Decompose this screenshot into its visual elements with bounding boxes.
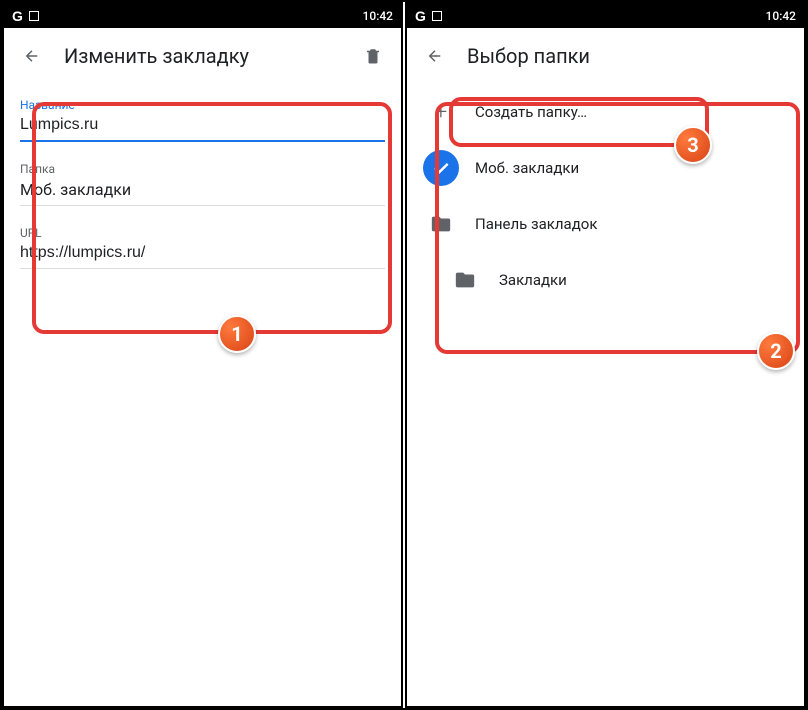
create-folder-item[interactable]: + Создать папку… bbox=[407, 84, 804, 140]
back-button[interactable] bbox=[12, 36, 52, 76]
status-icon bbox=[29, 11, 39, 21]
url-label: URL bbox=[20, 226, 385, 240]
back-button[interactable] bbox=[415, 36, 455, 76]
name-label: Название bbox=[20, 98, 385, 112]
folder-label: Моб. закладки bbox=[475, 159, 579, 177]
folder-icon bbox=[454, 269, 476, 291]
folder-item-mobile[interactable]: Моб. закладки bbox=[407, 140, 804, 196]
selected-indicator bbox=[423, 150, 459, 186]
back-arrow-icon bbox=[23, 47, 41, 65]
folder-item-bookmarks-bar[interactable]: Панель закладок bbox=[407, 196, 804, 252]
app-title: Изменить закладку bbox=[64, 44, 353, 68]
delete-button[interactable] bbox=[353, 36, 393, 76]
status-bar: G 10:42 bbox=[4, 4, 401, 28]
screen-edit-bookmark: G 10:42 Изменить закладку Название bbox=[2, 2, 403, 708]
folder-label: Закладки bbox=[499, 271, 567, 289]
folder-icon bbox=[430, 213, 452, 235]
folder-list: + Создать папку… Моб. закладки bbox=[407, 84, 804, 308]
folder-selector[interactable]: Моб. закладки bbox=[20, 176, 385, 206]
status-icon bbox=[432, 11, 442, 21]
name-input[interactable] bbox=[20, 112, 385, 142]
callout-badge-3: 3 bbox=[674, 126, 712, 164]
plus-icon: + bbox=[435, 100, 447, 125]
status-bar: G 10:42 bbox=[407, 4, 804, 28]
folder-item-bookmarks[interactable]: Закладки bbox=[407, 252, 804, 308]
folder-label: Папка bbox=[20, 162, 385, 176]
callout-badge-1: 1 bbox=[218, 315, 256, 353]
status-time: 10:42 bbox=[766, 9, 796, 23]
app-bar: Выбор папки bbox=[407, 28, 804, 84]
trash-icon bbox=[364, 46, 382, 66]
app-bar: Изменить закладку bbox=[4, 28, 401, 84]
screen-choose-folder: G 10:42 Выбор папки + Создать папку… bbox=[405, 2, 806, 708]
back-arrow-icon bbox=[426, 47, 444, 65]
folder-label: Панель закладок bbox=[475, 215, 597, 233]
callout-badge-2: 2 bbox=[757, 332, 795, 370]
create-folder-label: Создать папку… bbox=[475, 103, 587, 121]
google-icon: G bbox=[12, 8, 23, 24]
edit-form: Название Папка Моб. закладки URL bbox=[8, 84, 397, 283]
check-icon bbox=[431, 158, 451, 178]
status-time: 10:42 bbox=[363, 9, 393, 23]
url-input[interactable] bbox=[20, 240, 385, 269]
app-title: Выбор папки bbox=[467, 44, 796, 68]
google-icon: G bbox=[415, 8, 426, 24]
